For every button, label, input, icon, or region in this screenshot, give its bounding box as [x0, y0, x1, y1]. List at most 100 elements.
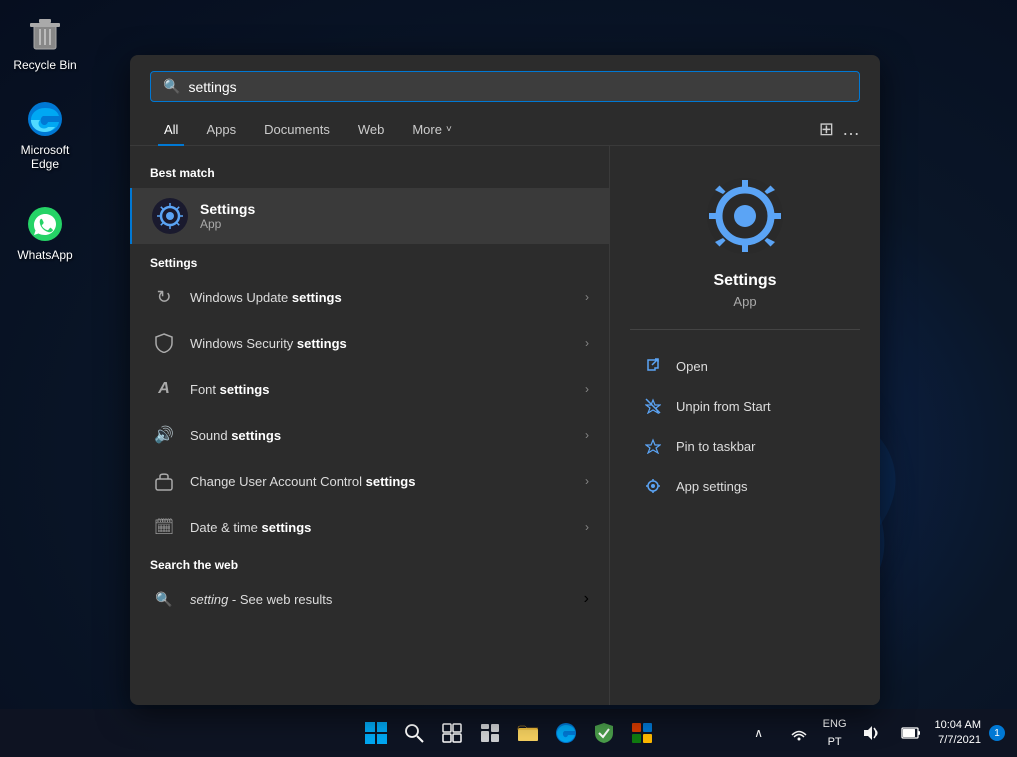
- refresh-icon: ↻: [150, 283, 178, 311]
- app-preview-name: Settings: [713, 272, 776, 290]
- widgets-button[interactable]: [474, 717, 506, 749]
- language-code: ENG: [823, 718, 847, 730]
- date-display: 7/7/2021: [935, 733, 981, 748]
- result-windows-security[interactable]: Windows Security settings ›: [130, 320, 609, 366]
- best-match-icon: [152, 198, 188, 234]
- best-match-label: Best match: [130, 158, 609, 184]
- chevron-right-icon: ›: [585, 290, 589, 304]
- action-pin-label: Pin to taskbar: [676, 439, 756, 454]
- task-view-button[interactable]: [436, 717, 468, 749]
- open-icon: [642, 355, 664, 377]
- file-explorer-button[interactable]: [512, 717, 544, 749]
- search-input[interactable]: [188, 79, 847, 95]
- recycle-bin-label: Recycle Bin: [13, 58, 76, 72]
- chevron-right-icon: ›: [585, 336, 589, 350]
- app-preview-icon: [705, 176, 785, 256]
- tab-web[interactable]: Web: [344, 114, 399, 145]
- uac-icon: [150, 467, 178, 495]
- result-datetime-settings[interactable]: 🗓 Date & time settings ›: [130, 504, 609, 550]
- shield-icon: [150, 329, 178, 357]
- action-app-settings-label: App settings: [676, 479, 748, 494]
- result-uac-settings[interactable]: Change User Account Control settings ›: [130, 458, 609, 504]
- edge-icon: [25, 99, 65, 139]
- time-display: 10:04 AM: [935, 718, 981, 733]
- search-web-item[interactable]: 🔍 setting - See web results ›: [130, 576, 609, 622]
- result-text: Font settings: [190, 382, 585, 397]
- action-open-label: Open: [676, 359, 708, 374]
- filter-tabs-actions: ⊞ …: [819, 119, 860, 140]
- tab-apps[interactable]: Apps: [192, 114, 250, 145]
- more-options-icon[interactable]: …: [842, 119, 860, 140]
- font-icon: A: [150, 375, 178, 403]
- battery-icon[interactable]: [895, 717, 927, 749]
- filter-tabs: All Apps Documents Web More ˅ ⊞ …: [130, 114, 880, 146]
- taskbar-search-button[interactable]: [398, 717, 430, 749]
- chevron-down-icon: ˅: [446, 124, 452, 135]
- edge-label: Microsoft Edge: [9, 143, 81, 171]
- result-windows-update[interactable]: ↻ Windows Update settings ›: [130, 274, 609, 320]
- search-web-icon: 🔍: [150, 585, 178, 613]
- search-web-text: setting - See web results: [190, 592, 584, 607]
- taskbar-office-button[interactable]: [626, 717, 658, 749]
- result-text: Windows Security settings: [190, 336, 585, 351]
- sound-icon: 🔊: [150, 421, 178, 449]
- system-tray-expand[interactable]: ∧: [743, 717, 775, 749]
- tab-all[interactable]: All: [150, 114, 192, 145]
- chevron-right-icon: ›: [584, 590, 589, 608]
- start-button[interactable]: [360, 717, 392, 749]
- notification-badge[interactable]: 1: [989, 725, 1005, 741]
- whatsapp-icon: [25, 204, 65, 244]
- pin-taskbar-icon: [642, 435, 664, 457]
- best-match-info: Settings App: [200, 201, 255, 231]
- result-sound-settings[interactable]: 🔊 Sound settings ›: [130, 412, 609, 458]
- share-icon[interactable]: ⊞: [819, 119, 834, 140]
- action-app-settings[interactable]: App settings: [630, 466, 860, 506]
- taskbar-security-button[interactable]: [588, 717, 620, 749]
- language-subcode: PT: [828, 736, 842, 748]
- volume-icon[interactable]: [855, 717, 887, 749]
- tab-more[interactable]: More ˅: [398, 114, 465, 145]
- settings-section-label: Settings: [130, 248, 609, 274]
- unpin-start-icon: [642, 395, 664, 417]
- taskbar-edge-button[interactable]: [550, 717, 582, 749]
- search-bar[interactable]: 🔍: [150, 71, 860, 102]
- action-pin-taskbar[interactable]: Pin to taskbar: [630, 426, 860, 466]
- network-icon[interactable]: [783, 717, 815, 749]
- desktop-icon-whatsapp[interactable]: WhatsApp: [5, 200, 85, 266]
- clock-display[interactable]: 10:04 AM 7/7/2021: [935, 718, 981, 749]
- left-panel: Best match Settings App: [130, 146, 610, 705]
- action-unpin-start[interactable]: Unpin from Start: [630, 386, 860, 426]
- chevron-right-icon: ›: [585, 520, 589, 534]
- menu-content: Best match Settings App: [130, 146, 880, 705]
- action-open[interactable]: Open: [630, 346, 860, 386]
- desktop: Recycle Bin Microsoft Edge WhatsApp: [0, 0, 1017, 757]
- desktop-icon-recycle-bin[interactable]: Recycle Bin: [5, 10, 85, 76]
- result-text: Sound settings: [190, 428, 585, 443]
- whatsapp-label: WhatsApp: [17, 248, 72, 262]
- chevron-right-icon: ›: [585, 474, 589, 488]
- result-text: Windows Update settings: [190, 290, 585, 305]
- taskbar: ∧ ENG PT 10:04 AM 7/7/2021 1: [0, 709, 1017, 757]
- result-font-settings[interactable]: A Font settings ›: [130, 366, 609, 412]
- right-panel: Settings App Open Unpin from Start: [610, 146, 880, 705]
- start-menu: 🔍 All Apps Documents Web More ˅ ⊞ … Best…: [130, 55, 880, 705]
- language-indicator[interactable]: ENG PT: [823, 718, 847, 748]
- chevron-right-icon: ›: [585, 382, 589, 396]
- action-unpin-label: Unpin from Start: [676, 399, 771, 414]
- best-match-title: Settings: [200, 201, 255, 217]
- best-match-subtitle: App: [200, 217, 255, 231]
- taskbar-center: [360, 717, 658, 749]
- tab-documents[interactable]: Documents: [250, 114, 344, 145]
- search-web-label: Search the web: [130, 550, 609, 576]
- recycle-bin-icon: [25, 14, 65, 54]
- result-text: Date & time settings: [190, 520, 585, 535]
- chevron-right-icon: ›: [585, 428, 589, 442]
- taskbar-right: ∧ ENG PT 10:04 AM 7/7/2021 1: [743, 717, 1005, 749]
- preview-divider: [630, 329, 860, 330]
- result-text: Change User Account Control settings: [190, 474, 585, 489]
- search-bar-icon: 🔍: [163, 78, 180, 95]
- app-settings-icon: [642, 475, 664, 497]
- best-match-item[interactable]: Settings App: [130, 188, 609, 244]
- desktop-icon-edge[interactable]: Microsoft Edge: [5, 95, 85, 175]
- datetime-icon: 🗓: [150, 513, 178, 541]
